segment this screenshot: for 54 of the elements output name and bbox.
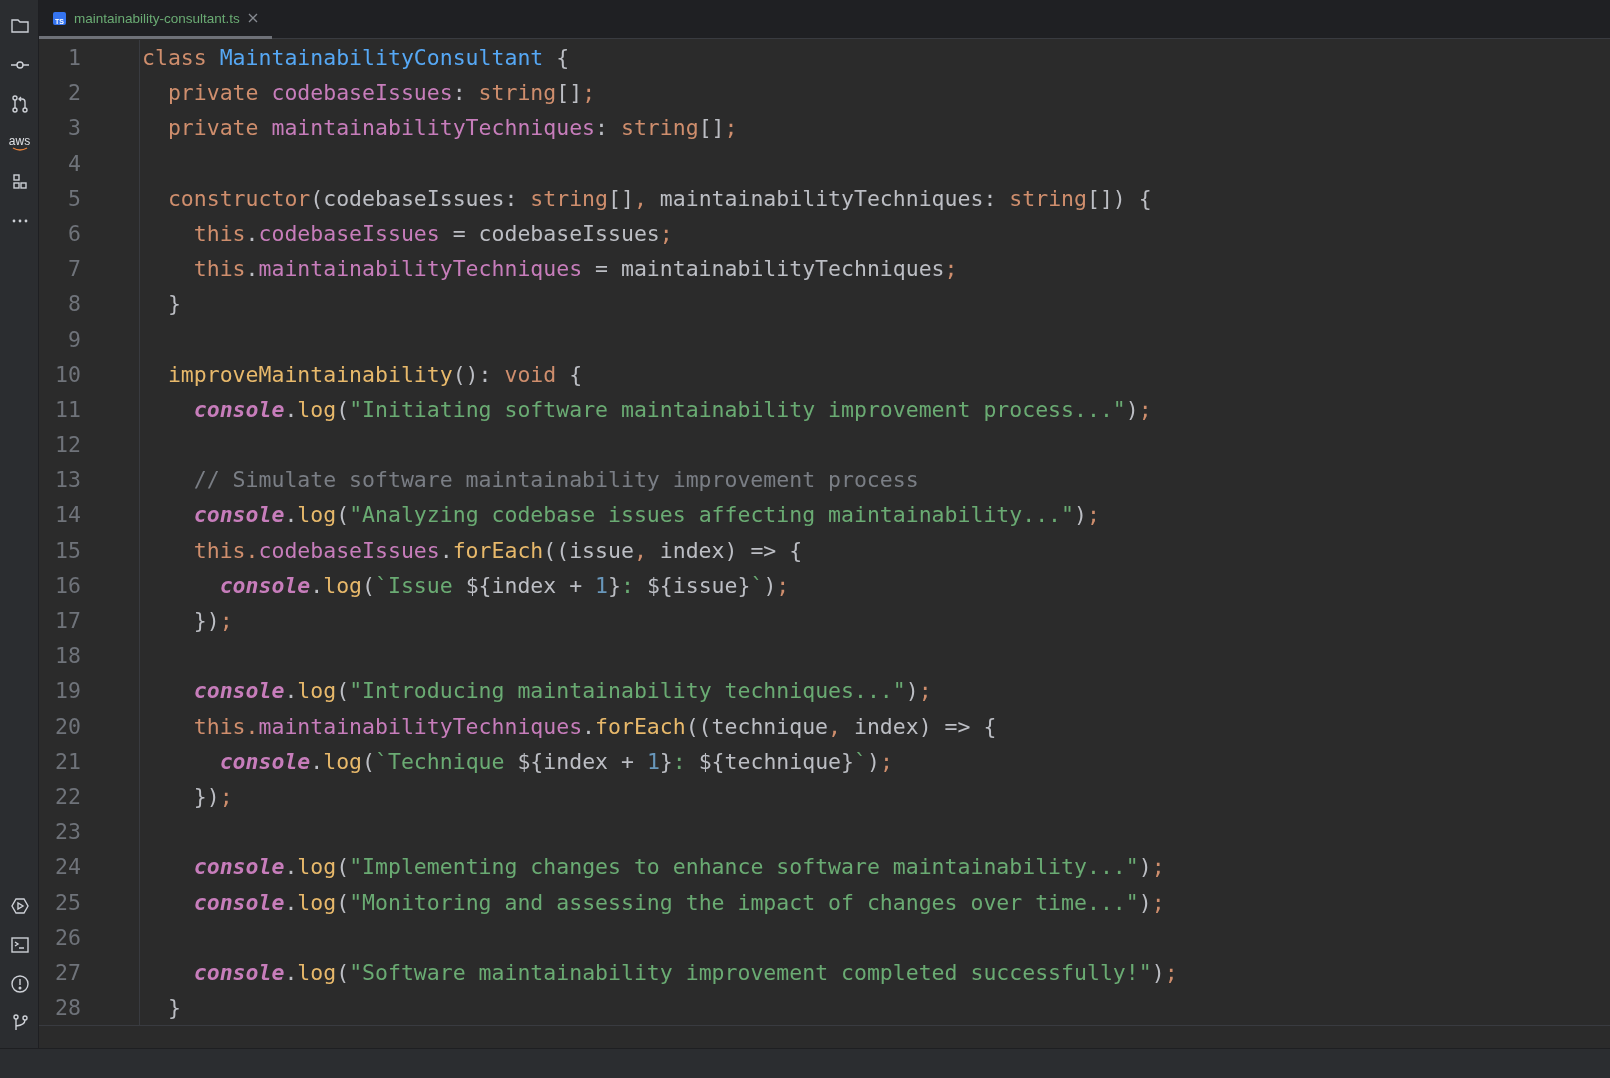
line-number: 28	[55, 995, 81, 1021]
line-number: 15	[55, 537, 81, 563]
line-number: 3	[68, 115, 81, 141]
line-number: 17	[55, 608, 81, 633]
code-line: });	[192, 782, 234, 811]
code-line: console.log("Initiating software maintainability improvement process...");	[192, 395, 1153, 424]
line-number: 14	[55, 502, 81, 528]
code-line: console.log(`Issue ${index + 1}: ${issue}`);	[218, 571, 791, 600]
line-number: 6	[68, 220, 81, 246]
code-line: console.log("Analyzing codebase issues affecting maintainability...");	[192, 501, 1101, 530]
line-number: 9	[68, 326, 81, 352]
line-number: 25	[55, 889, 81, 915]
line-number: 24	[55, 854, 81, 880]
aws-label[interactable]: aws	[8, 134, 31, 147]
line-number: 12	[55, 432, 81, 458]
code-line: }	[166, 290, 182, 319]
close-icon[interactable]	[247, 13, 258, 23]
line-number: 18	[55, 643, 81, 669]
code-line: this.maintainabilityTechniques.forEach((technique, index) => {	[192, 712, 998, 741]
code-line: console.log("Implementing changes to enhance software maintainability...");	[192, 853, 1166, 882]
code-line: this.maintainabilityTechniques = maintainabilityTechniques;	[192, 255, 959, 284]
code-line: console.log("Software maintainability improvement completed successfully!");	[192, 958, 1179, 987]
code-line: private maintainabilityTechniques: string[];	[166, 114, 739, 143]
line-number: 8	[68, 291, 81, 317]
line-number: 7	[68, 256, 81, 282]
line-number: 10	[55, 361, 81, 387]
line-number: 20	[55, 713, 81, 739]
code-line: });	[192, 607, 234, 635]
line-number: 23	[55, 819, 81, 845]
code-line: console.log("Introducing maintainability techniques...");	[192, 677, 933, 706]
code-line: console.log("Monitoring and assessing the impact of changes over time...");	[192, 888, 1166, 917]
line-number: 13	[55, 467, 81, 493]
line-number: 27	[55, 959, 81, 985]
code-line: improveMaintainability(): void {	[166, 360, 584, 389]
code-line: private codebaseIssues: string[];	[166, 79, 597, 108]
line-number: 4	[68, 150, 81, 176]
line-number: 2	[68, 80, 81, 106]
line-number: 11	[55, 396, 81, 422]
line-number: 22	[55, 783, 81, 809]
line-number: 16	[55, 572, 81, 598]
line-number: 19	[55, 678, 81, 704]
line-number: 1	[68, 45, 81, 70]
problems-icon[interactable]	[8, 972, 31, 995]
code-line: class MaintainabilityConsultant {	[142, 44, 571, 72]
code-line: constructor(codebaseIssues: string[], maintainabilityTechniques: string[]) {	[166, 184, 1153, 213]
code-line: this.codebaseIssues.forEach((issue, index) => {	[192, 536, 804, 565]
smile-icon	[11, 146, 28, 151]
line-number: 26	[55, 924, 81, 950]
code-line: // Simulate software maintainability improvement process	[192, 466, 920, 495]
code-line: console.log(`Technique ${index + 1}: ${technique}`);	[218, 747, 894, 776]
code-line: this.codebaseIssues = codebaseIssues;	[192, 219, 674, 248]
line-number: 21	[55, 748, 81, 774]
code-line: }	[166, 994, 182, 1023]
line-number: 5	[68, 185, 81, 211]
